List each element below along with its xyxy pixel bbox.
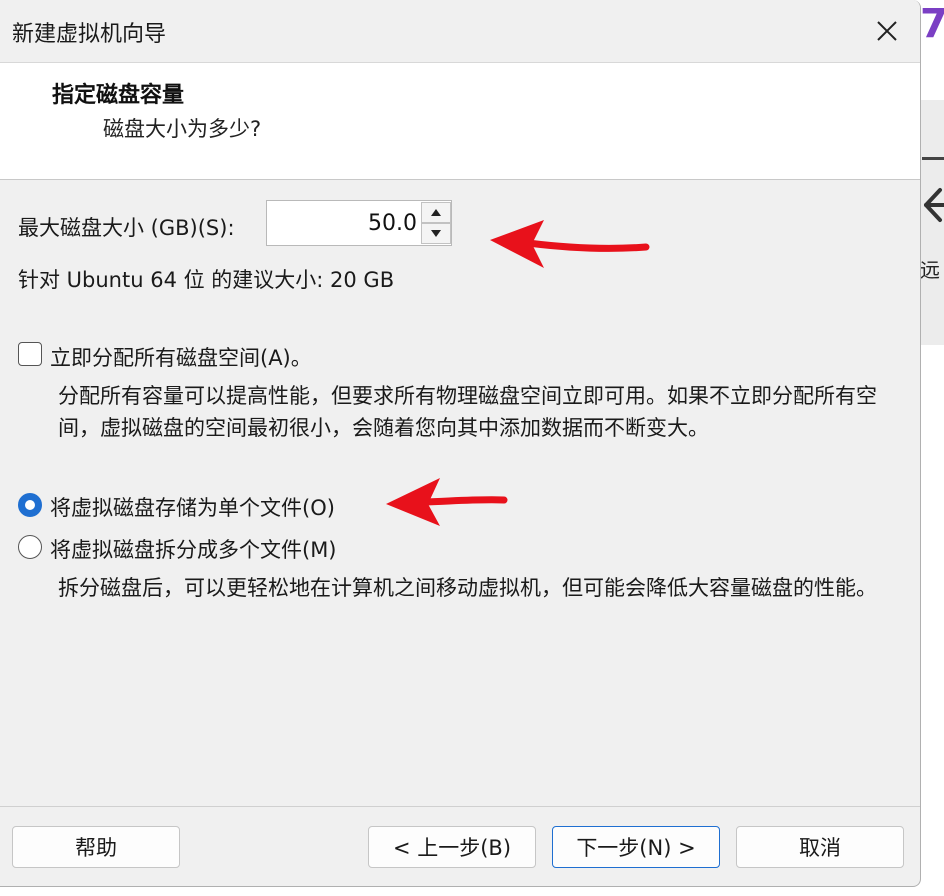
- annotation-arrow-icon: [490, 220, 650, 268]
- recommended-size-text: 针对 Ubuntu 64 位 的建议大小: 20 GB: [18, 268, 395, 292]
- caret-down-icon: [431, 230, 441, 237]
- background-app-strip: 7 远: [920, 0, 944, 896]
- split-description: 拆分磁盘后，可以更轻松地在计算机之间移动虚拟机，但可能会降低大容量磁盘的性能。: [58, 576, 877, 600]
- page-title: 指定磁盘容量: [52, 83, 185, 108]
- disk-size-label: 最大磁盘大小 (GB)(S):: [18, 216, 235, 240]
- window-title: 新建虚拟机向导: [12, 22, 167, 47]
- close-button[interactable]: [862, 8, 912, 54]
- back-button[interactable]: < 上一步(B): [368, 826, 536, 868]
- page-subtitle: 磁盘大小为多少?: [103, 117, 262, 141]
- back-arrow-icon[interactable]: [920, 180, 944, 230]
- spin-down-button[interactable]: [421, 223, 451, 244]
- background-divider: [922, 157, 944, 160]
- split-files-radio[interactable]: [18, 535, 42, 559]
- cancel-button[interactable]: 取消: [736, 826, 904, 868]
- background-text: 远: [920, 258, 940, 282]
- disk-size-input[interactable]: [267, 201, 417, 245]
- allocate-description: 分配所有容量可以提高性能，但要求所有物理磁盘空间立即可用。如果不立即分配所有空间…: [58, 384, 877, 440]
- spin-up-button[interactable]: [421, 202, 451, 223]
- help-button[interactable]: 帮助: [12, 826, 180, 868]
- app-logo-icon: 7: [920, 1, 944, 47]
- next-button[interactable]: 下一步(N) >: [552, 826, 720, 868]
- disk-size-stepper[interactable]: [266, 200, 452, 246]
- wizard-header: 指定磁盘容量 磁盘大小为多少?: [0, 62, 920, 180]
- caret-up-icon: [431, 209, 441, 216]
- footer-divider: [0, 806, 920, 807]
- close-icon: [877, 21, 897, 41]
- split-files-label[interactable]: 将虚拟磁盘拆分成多个文件(M): [50, 534, 337, 564]
- single-file-radio[interactable]: [18, 493, 42, 517]
- annotation-arrow-icon: [386, 478, 508, 526]
- allocate-all-checkbox[interactable]: [18, 342, 42, 366]
- allocate-all-label[interactable]: 立即分配所有磁盘空间(A)。: [50, 342, 312, 372]
- new-vm-wizard-dialog: 新建虚拟机向导 指定磁盘容量 磁盘大小为多少? 最大磁盘大小 (GB)(S): …: [0, 0, 921, 887]
- single-file-label[interactable]: 将虚拟磁盘存储为单个文件(O): [50, 492, 335, 522]
- title-bar: 新建虚拟机向导: [0, 0, 920, 62]
